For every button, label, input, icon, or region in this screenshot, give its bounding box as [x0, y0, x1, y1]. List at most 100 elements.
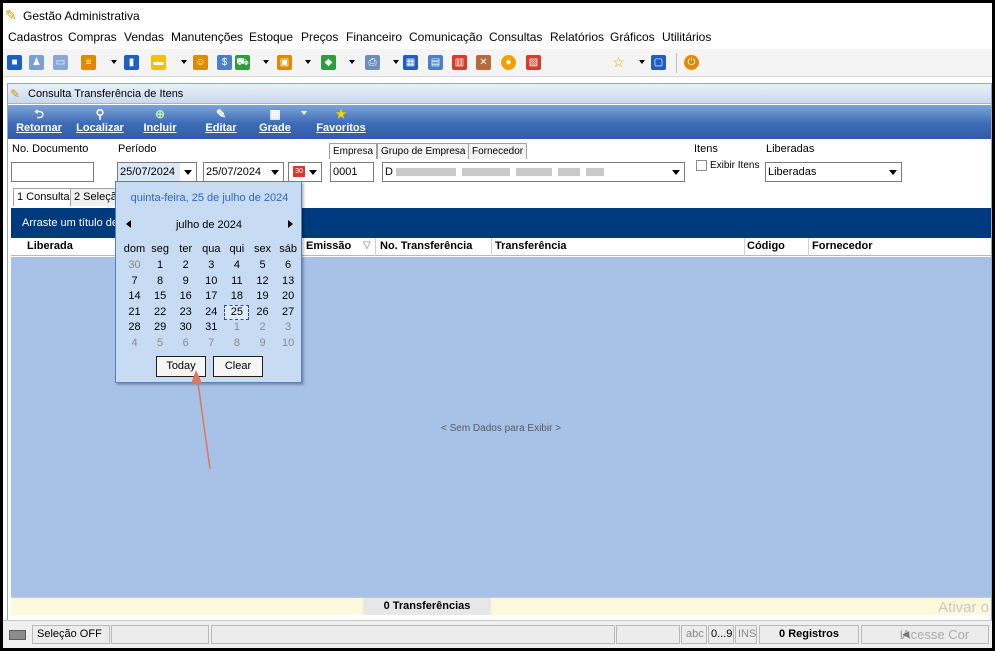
person-icon[interactable]: ☺ — [193, 55, 208, 70]
calendar-day[interactable]: 23 — [173, 305, 198, 320]
tab-empresa[interactable]: Empresa — [329, 143, 378, 159]
calendar-button[interactable]: 30 — [288, 162, 322, 182]
users-icon[interactable]: ♟ — [29, 55, 44, 70]
previous-month-icon[interactable] — [126, 220, 131, 228]
document-icon[interactable]: ▮ — [124, 55, 139, 70]
calendar-day[interactable]: 7 — [199, 336, 224, 351]
cart-icon[interactable]: ⛟ — [235, 55, 250, 70]
chevron-down-icon[interactable] — [885, 163, 901, 181]
menu-manutencoes[interactable]: Manutenções — [171, 30, 243, 44]
calendar-day[interactable]: 2 — [250, 320, 275, 335]
calendar-day[interactable]: 4 — [224, 258, 249, 273]
calendar-day[interactable]: 22 — [148, 305, 173, 320]
star-icon[interactable]: ☆ — [611, 55, 626, 70]
menu-consultas[interactable]: Consultas — [489, 30, 542, 44]
chevron-down-icon[interactable] — [267, 163, 283, 181]
calendar-day[interactable]: 21 — [122, 305, 147, 320]
exibir-itens-checkbox[interactable] — [696, 160, 707, 171]
customer-icon[interactable]: ■ — [7, 55, 22, 70]
editar-button[interactable]: ✎ Editar — [202, 106, 240, 138]
printer-dropdown-icon[interactable] — [393, 60, 399, 64]
calendar-day[interactable]: 1 — [148, 258, 173, 273]
calendar-day[interactable]: 13 — [276, 274, 301, 289]
calendar-day[interactable]: 8 — [224, 336, 249, 351]
column-emissao[interactable]: Emissão — [306, 240, 351, 252]
calendar-day[interactable]: 26 — [250, 305, 275, 320]
column-fornecedor[interactable]: Fornecedor — [812, 240, 873, 252]
calculator-icon[interactable]: ▤ — [428, 55, 443, 70]
calendar-day[interactable]: 27 — [276, 305, 301, 320]
liberadas-select[interactable]: Liberadas — [765, 162, 902, 182]
box-icon[interactable]: ▣ — [277, 55, 292, 70]
filter-icon[interactable]: ▽ — [363, 240, 371, 251]
calendar-day[interactable]: 1 — [224, 320, 249, 335]
chevron-down-icon[interactable] — [305, 163, 321, 181]
card-icon[interactable]: ▭ — [53, 55, 68, 70]
calendar-day[interactable]: 14 — [122, 289, 147, 304]
date-from-select[interactable]: 25/07/2024 — [117, 162, 197, 182]
column-separator[interactable] — [808, 238, 809, 256]
chevron-down-icon[interactable] — [668, 163, 684, 181]
menu-precos[interactable]: Preços — [301, 30, 338, 44]
menu-compras[interactable]: Compras — [68, 30, 117, 44]
menu-estoque[interactable]: Estoque — [249, 30, 293, 44]
column-liberada[interactable]: Liberada — [27, 240, 73, 252]
calendar-day[interactable]: 3 — [276, 320, 301, 335]
grade-dropdown-icon[interactable] — [301, 111, 307, 115]
calendar-day[interactable]: 30 — [122, 258, 147, 273]
calendar-day[interactable]: 9 — [173, 274, 198, 289]
calendar-day[interactable]: 7 — [122, 274, 147, 289]
calendar-day[interactable]: 17 — [199, 289, 224, 304]
calendar-day[interactable]: 6 — [276, 258, 301, 273]
tab-grupo-de-empresa[interactable]: Grupo de Empresa — [377, 143, 470, 159]
calendar-day[interactable]: 4 — [122, 336, 147, 351]
next-month-icon[interactable] — [288, 220, 293, 228]
calendar-day[interactable]: 11 — [224, 274, 249, 289]
power-icon[interactable]: ⏻ — [684, 55, 699, 70]
calendar-day[interactable]: 12 — [250, 274, 275, 289]
menu-vendas[interactable]: Vendas — [124, 30, 164, 44]
calendar-day[interactable]: 19 — [250, 289, 275, 304]
column-separator[interactable] — [375, 238, 376, 256]
column-separator[interactable] — [491, 238, 492, 256]
calendar-day[interactable]: 28 — [122, 320, 147, 335]
calendar-day-selected[interactable]: 25 — [224, 304, 250, 320]
calendar-day[interactable]: 29 — [148, 320, 173, 335]
chevron-down-icon[interactable] — [180, 163, 196, 181]
truck-icon[interactable]: ◆ — [321, 55, 336, 70]
calendar-day[interactable]: 8 — [148, 274, 173, 289]
calendar-day[interactable]: 10 — [276, 336, 301, 351]
menu-graficos[interactable]: Gráficos — [610, 30, 655, 44]
calendar-day[interactable]: 18 — [224, 289, 249, 304]
calendar-day[interactable]: 3 — [199, 258, 224, 273]
month-label[interactable]: julho de 2024 — [146, 219, 272, 231]
folder-dropdown-icon[interactable] — [181, 60, 187, 64]
retornar-button[interactable]: ⮌ Retornar — [13, 106, 65, 138]
calendar-day[interactable]: 6 — [173, 336, 198, 351]
window-icon[interactable]: ▢ — [651, 55, 666, 70]
cart-dropdown-icon[interactable] — [263, 60, 269, 64]
grid-icon[interactable]: ▦ — [403, 55, 418, 70]
date-to-select[interactable]: 25/07/2024 — [203, 162, 284, 182]
menu-relatorios[interactable]: Relatórios — [550, 30, 604, 44]
folder-icon[interactable]: ▬ — [151, 55, 166, 70]
column-no-transferencia[interactable]: No. Transferência — [380, 240, 472, 252]
no-documento-input[interactable] — [11, 162, 94, 182]
favoritos-button[interactable]: ★ Favoritos — [314, 106, 368, 138]
report-icon[interactable]: ▧ — [526, 55, 541, 70]
calendar-day[interactable]: 30 — [173, 320, 198, 335]
calendar-day[interactable]: 31 — [199, 320, 224, 335]
today-button[interactable]: Today — [156, 356, 206, 377]
calendar-day[interactable]: 24 — [199, 305, 224, 320]
list-icon[interactable]: ≡ — [81, 55, 96, 70]
column-codigo[interactable]: Código — [747, 240, 785, 252]
calendar-day[interactable]: 20 — [276, 289, 301, 304]
favorites-dropdown-icon[interactable] — [639, 60, 645, 64]
localizar-button[interactable]: ⚲ Localizar — [74, 106, 126, 138]
selected-date-title[interactable]: quinta-feira, 25 de julho de 2024 — [116, 192, 303, 204]
box-dropdown-icon[interactable] — [305, 60, 311, 64]
calendar-day[interactable]: 15 — [148, 289, 173, 304]
selecao-status[interactable]: Seleção OFF — [32, 625, 110, 644]
menu-comunicacao[interactable]: Comunicação — [409, 30, 482, 44]
calendar-day[interactable]: 5 — [250, 258, 275, 273]
